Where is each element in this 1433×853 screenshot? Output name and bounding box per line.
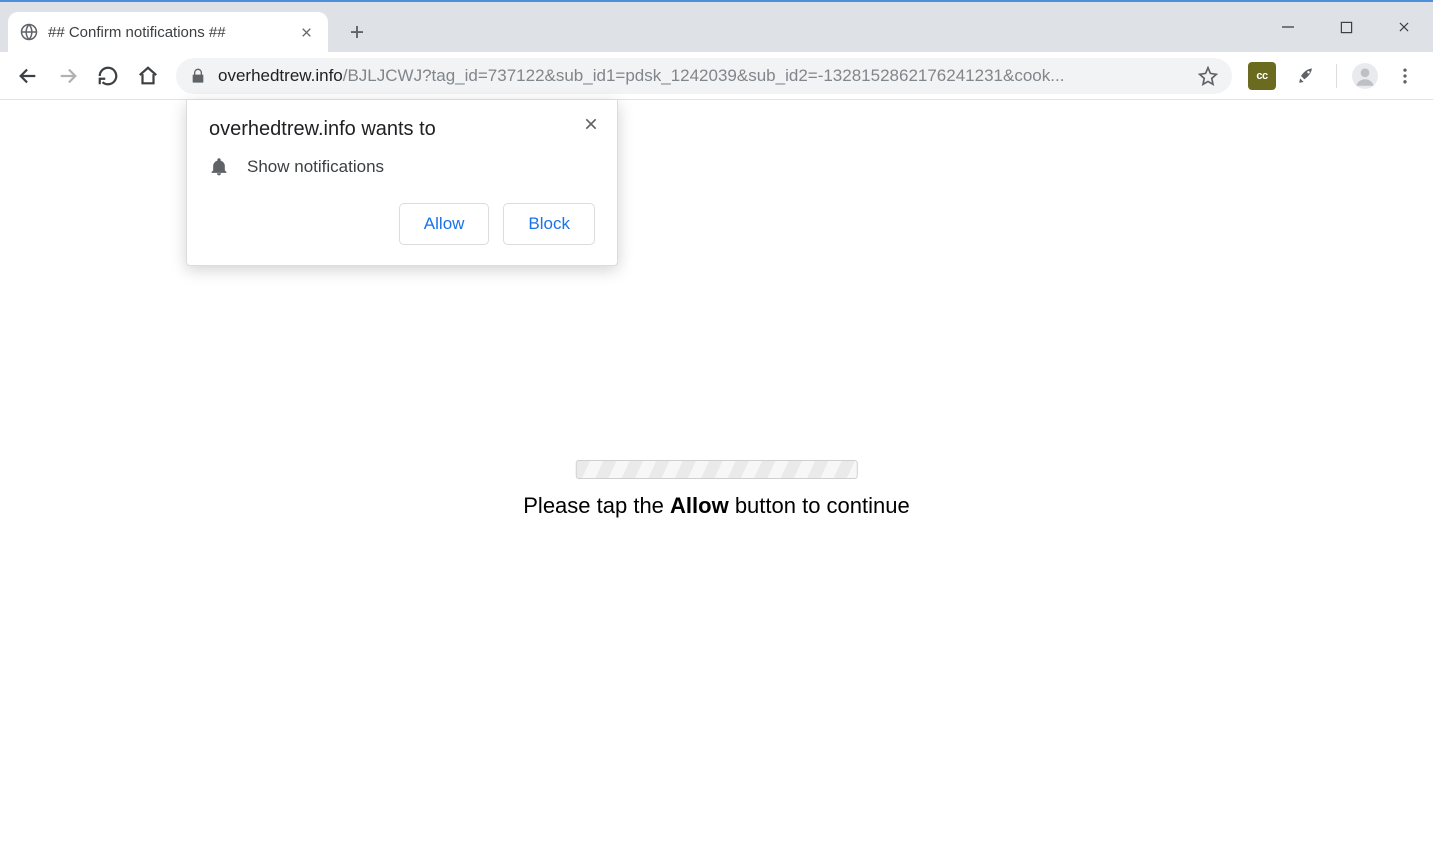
msg-prefix: Please tap the bbox=[523, 493, 670, 518]
page-content: overhedtrew.info wants to Show notificat… bbox=[0, 100, 1433, 853]
msg-bold: Allow bbox=[670, 493, 729, 518]
progress-bar bbox=[575, 460, 857, 479]
tab-strip: ## Confirm notifications ## bbox=[0, 2, 1433, 52]
popup-permission-row: Show notifications bbox=[209, 157, 595, 177]
profile-avatar[interactable] bbox=[1347, 58, 1383, 94]
toolbar-divider bbox=[1336, 64, 1337, 88]
block-button[interactable]: Block bbox=[503, 203, 595, 245]
bell-icon bbox=[209, 157, 229, 177]
home-button[interactable] bbox=[130, 58, 166, 94]
url-path: /BJLJCWJ?tag_id=737122&sub_id1=pdsk_1242… bbox=[343, 66, 1065, 86]
globe-icon bbox=[20, 23, 38, 41]
msg-suffix: button to continue bbox=[729, 493, 910, 518]
window-controls bbox=[1259, 2, 1433, 52]
browser-tab[interactable]: ## Confirm notifications ## bbox=[8, 12, 328, 52]
close-window-button[interactable] bbox=[1375, 2, 1433, 52]
new-tab-button[interactable] bbox=[340, 15, 374, 49]
tab-title: ## Confirm notifications ## bbox=[48, 24, 296, 41]
maximize-button[interactable] bbox=[1317, 2, 1375, 52]
page-center-content: Please tap the Allow button to continue bbox=[523, 460, 909, 519]
popup-close-button[interactable] bbox=[579, 112, 603, 136]
lock-icon bbox=[190, 68, 206, 84]
popup-title: overhedtrew.info wants to bbox=[209, 118, 595, 141]
browser-toolbar: overhedtrew.info/BJLJCWJ?tag_id=737122&s… bbox=[0, 52, 1433, 100]
close-tab-button[interactable] bbox=[296, 22, 316, 42]
extension-rocket-icon[interactable] bbox=[1292, 62, 1320, 90]
minimize-button[interactable] bbox=[1259, 2, 1317, 52]
popup-permission-label: Show notifications bbox=[247, 157, 384, 177]
popup-actions: Allow Block bbox=[209, 203, 595, 245]
bookmark-star-icon[interactable] bbox=[1198, 66, 1218, 86]
url-bar[interactable]: overhedtrew.info/BJLJCWJ?tag_id=737122&s… bbox=[176, 58, 1232, 94]
kebab-menu-icon[interactable] bbox=[1387, 58, 1423, 94]
back-button[interactable] bbox=[10, 58, 46, 94]
notification-permission-popup: overhedtrew.info wants to Show notificat… bbox=[186, 100, 618, 266]
url-host: overhedtrew.info bbox=[218, 66, 343, 86]
allow-button[interactable]: Allow bbox=[399, 203, 490, 245]
extension-cc-icon[interactable]: cc bbox=[1248, 62, 1276, 90]
reload-button[interactable] bbox=[90, 58, 126, 94]
forward-button[interactable] bbox=[50, 58, 86, 94]
page-instruction-text: Please tap the Allow button to continue bbox=[523, 493, 909, 519]
